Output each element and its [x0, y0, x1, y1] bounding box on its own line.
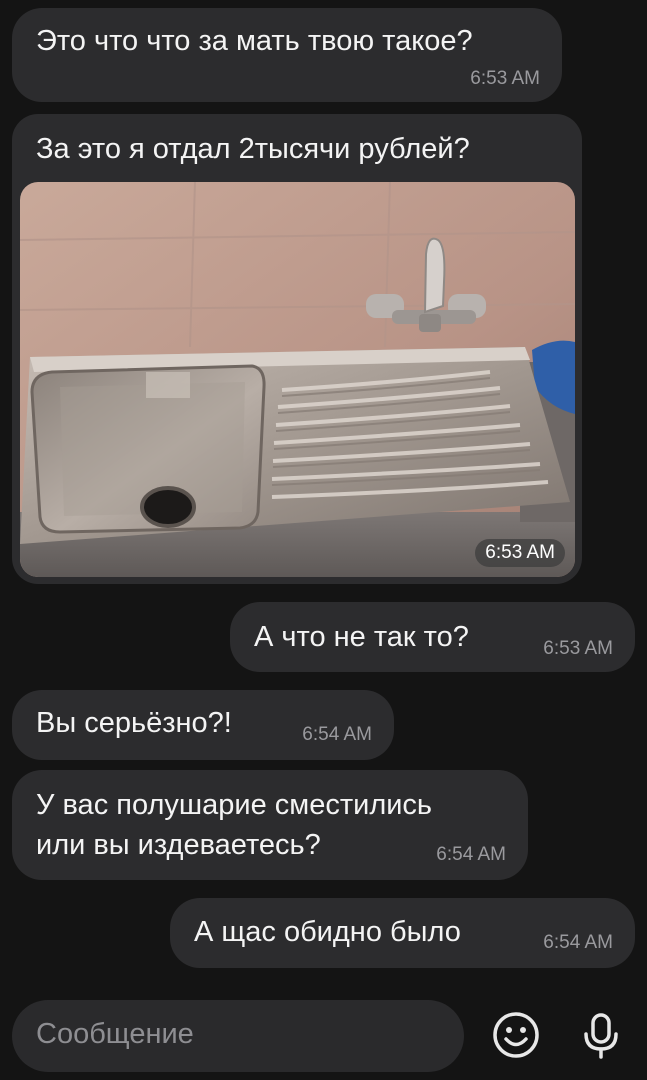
message-bubble-incoming[interactable]: У вас полушарие сместились или вы издева… — [12, 770, 528, 880]
microphone-icon[interactable] — [574, 1008, 628, 1062]
message-time: 6:54 AM — [543, 932, 613, 953]
message-text: Вы серьёзно?! — [36, 707, 232, 739]
message-bubble-outgoing[interactable]: А что не так то? 6:53 AM — [230, 602, 635, 672]
message-input[interactable]: Сообщение — [12, 1000, 464, 1072]
message-time: 6:53 AM — [470, 68, 540, 89]
message-bubble-outgoing[interactable]: А щас обидно было 6:54 AM — [170, 898, 635, 968]
photo-timestamp: 6:53 AM — [475, 539, 565, 567]
message-bubble-incoming[interactable]: Вы серьёзно?! 6:54 AM — [12, 690, 394, 760]
message-text: Это что что за мать твою такое? — [36, 25, 473, 57]
message-bubble-incoming[interactable]: Это что что за мать твою такое? 6:53 AM — [12, 8, 562, 102]
message-time: 6:54 AM — [302, 724, 372, 745]
message-time: 6:54 AM — [436, 844, 506, 865]
message-input-placeholder: Сообщение — [36, 1018, 194, 1050]
message-text: А что не так то? — [254, 621, 469, 653]
message-text-line-1: У вас полушарие сместились — [36, 789, 433, 821]
message-text: А щас обидно было — [194, 916, 461, 948]
message-time: 6:53 AM — [543, 638, 613, 659]
sink-image — [20, 182, 575, 577]
smiley-icon[interactable] — [489, 1008, 543, 1062]
message-text: За это я отдал 2тысячи рублей? — [36, 133, 470, 165]
sink-photo[interactable]: 6:53 AM — [20, 182, 575, 577]
message-text-line-2: или вы издеваетесь? — [36, 829, 321, 861]
